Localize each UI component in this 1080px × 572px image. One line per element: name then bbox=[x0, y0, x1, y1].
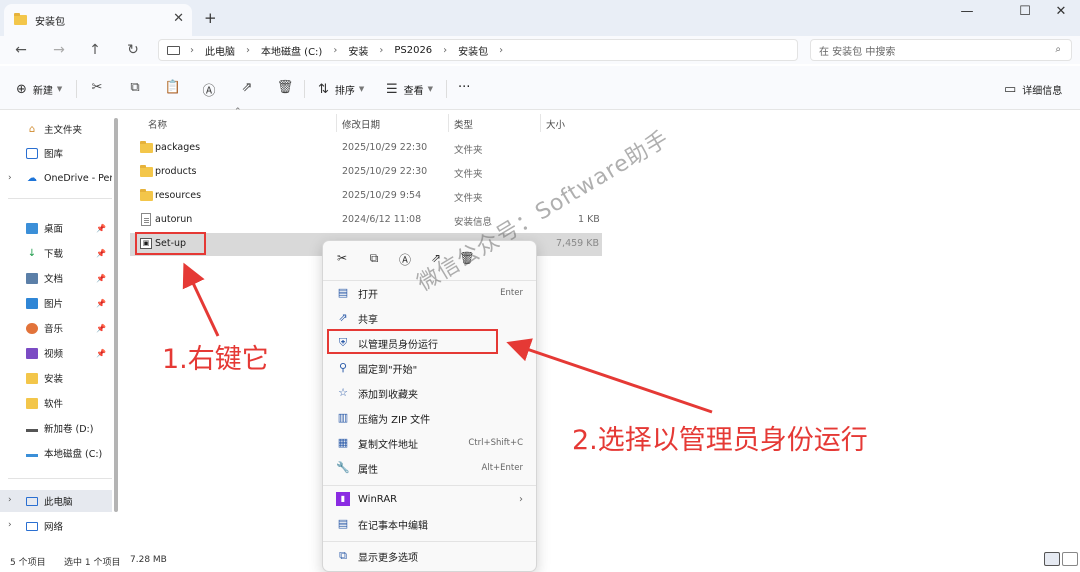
file-explorer-window: 安装包 ✕ + — ☐ ✕ ← → ↑ ↻ › 此电脑 › 本地磁盘 (C:) … bbox=[0, 0, 1080, 572]
arrow-to-run-as-admin bbox=[506, 338, 713, 414]
step2-annotation: 2.选择以管理员身份运行 bbox=[572, 425, 868, 456]
status-bar: 5 个项目 选中 1 个项目 7.28 MB bbox=[0, 550, 1080, 570]
selected-size: 7.28 MB bbox=[130, 555, 167, 565]
item-count: 5 个项目 bbox=[10, 558, 46, 568]
step1-annotation: 1.右键它 bbox=[162, 344, 269, 375]
arrow-to-setup bbox=[182, 262, 220, 337]
tiles-view-icon[interactable] bbox=[1062, 552, 1078, 566]
annotation-arrows bbox=[182, 262, 713, 414]
selected-count: 选中 1 个项目 bbox=[64, 558, 121, 568]
details-view-icon[interactable] bbox=[1044, 552, 1060, 566]
